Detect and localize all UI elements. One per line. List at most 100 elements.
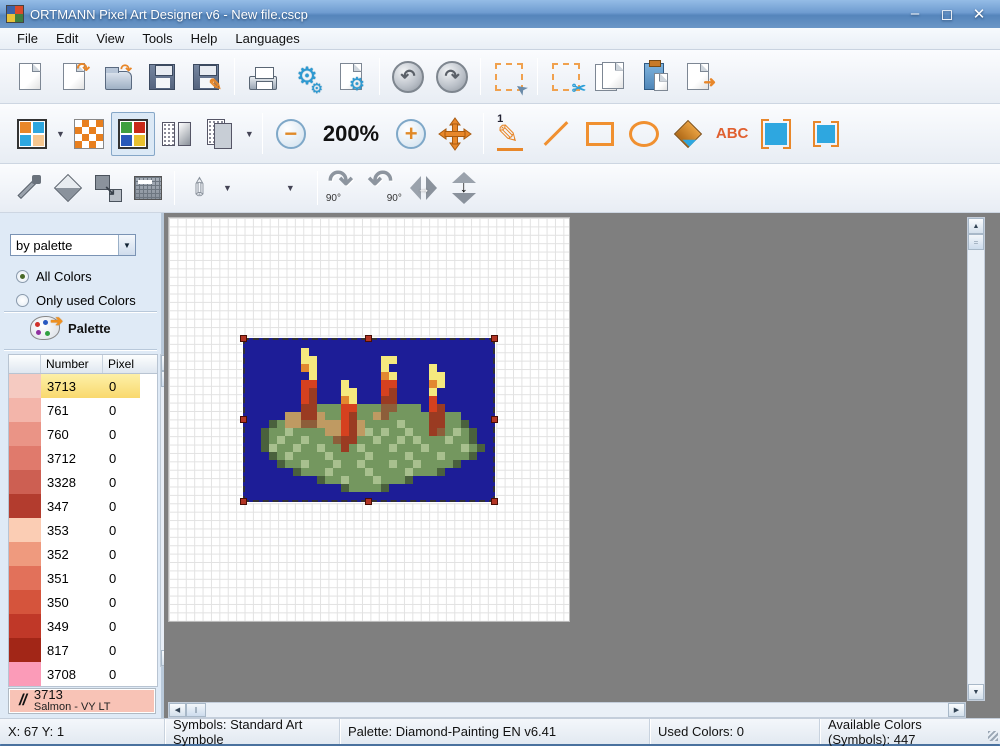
rotate-cw-button[interactable]: ↷90° <box>324 169 364 207</box>
color-row-3328[interactable]: 33280 <box>9 470 157 494</box>
page-settings-button[interactable]: ⚙ <box>329 55 373 99</box>
header-pixel[interactable]: Pixel <box>103 355 139 373</box>
header-number[interactable]: Number <box>41 355 103 373</box>
app-icon <box>6 5 24 23</box>
toolbar-edit: ↘ ✐ ▼ ▼ ↷90° ↶90° → ↓ <box>0 164 1000 213</box>
maximize-button[interactable]: ◻ <box>938 5 956 23</box>
open-file-button[interactable]: ↷ <box>96 55 140 99</box>
handle-sw[interactable] <box>240 498 247 505</box>
handle-se[interactable] <box>491 498 498 505</box>
scroll-right-icon[interactable]: ▶ <box>948 703 965 717</box>
title-bar[interactable]: ORTMANN Pixel Art Designer v6 - New file… <box>0 0 1000 28</box>
settings-button[interactable]: ⚙⚙ <box>285 55 329 99</box>
selection-region[interactable] <box>243 338 495 502</box>
move-tool-button[interactable] <box>433 112 477 156</box>
flip-horizontal-icon: → <box>410 176 437 200</box>
color-row-352[interactable]: 3520 <box>9 542 157 566</box>
selected-color-name: Salmon - VY LT <box>34 702 111 714</box>
ellipse-tool-button[interactable] <box>622 112 666 156</box>
layers-button[interactable] <box>199 112 243 156</box>
move-arrows-icon <box>438 117 472 151</box>
copy-button[interactable] <box>588 55 632 99</box>
horizontal-scroll-thumb[interactable]: ‖ <box>186 703 206 717</box>
paste-button[interactable] <box>632 55 676 99</box>
color-row-350[interactable]: 3500 <box>9 590 157 614</box>
scroll-down-icon[interactable]: ▼ <box>968 684 984 700</box>
resize-grip-icon[interactable] <box>988 731 998 741</box>
select-tool-button[interactable]: ➤ <box>487 55 531 99</box>
flip-vertical-button[interactable]: ↓ <box>444 169 484 207</box>
color-row-760[interactable]: 7600 <box>9 422 157 446</box>
color-row-349[interactable]: 3490 <box>9 614 157 638</box>
radio-used-colors[interactable]: Only used Colors <box>16 293 136 308</box>
print-button[interactable] <box>241 55 285 99</box>
zoom-out-icon: − <box>276 119 306 149</box>
color-row-3708[interactable]: 37080 <box>9 662 157 686</box>
eraser-icon <box>54 174 82 202</box>
palette-view-button[interactable] <box>10 112 54 156</box>
pixel-canvas[interactable] <box>168 217 570 622</box>
text-tool-button[interactable]: ABC <box>710 112 754 156</box>
color-row-3713[interactable]: 37130 <box>9 374 157 398</box>
scroll-left-icon[interactable]: ◀ <box>169 703 186 717</box>
vertical-scroll-thumb[interactable]: = <box>968 234 984 250</box>
pencil-tool-button[interactable]: 1✎ <box>490 112 534 156</box>
tool-options-dropdown[interactable]: ▼ <box>286 183 295 193</box>
pipette-tool-button[interactable] <box>8 169 48 207</box>
palette-mode-dropdown[interactable]: by palette ▼ <box>10 234 136 256</box>
handle-ne[interactable] <box>491 335 498 342</box>
handle-nw[interactable] <box>240 335 247 342</box>
rotate-ccw-button[interactable]: ↶90° <box>364 169 404 207</box>
radio-all-colors[interactable]: All Colors <box>16 269 92 284</box>
selected-color-box[interactable]: // 3713 Salmon - VY LT <box>8 688 156 714</box>
fill-rect-button[interactable] <box>754 112 798 156</box>
color-row-761[interactable]: 7610 <box>9 398 157 422</box>
palette-view-dropdown[interactable]: ▼ <box>56 129 65 139</box>
close-button[interactable]: ✕ <box>970 5 988 23</box>
handle-w[interactable] <box>240 416 247 423</box>
color-row-817[interactable]: 8170 <box>9 638 157 662</box>
flip-horizontal-button[interactable]: → <box>404 169 444 207</box>
marker-tool-button[interactable]: ✐ <box>181 169 221 207</box>
fill-tool-button[interactable] <box>666 112 710 156</box>
menu-item-help[interactable]: Help <box>182 29 227 48</box>
new-file-button[interactable] <box>8 55 52 99</box>
handle-n[interactable] <box>365 335 372 342</box>
fill-rect-small-button[interactable] <box>804 112 848 156</box>
color-swatch <box>9 662 41 686</box>
color-row-353[interactable]: 3530 <box>9 518 157 542</box>
color-row-351[interactable]: 3510 <box>9 566 157 590</box>
menu-item-view[interactable]: View <box>87 29 133 48</box>
layers-dropdown[interactable]: ▼ <box>245 129 254 139</box>
replace-color-button[interactable]: ↘ <box>88 169 128 207</box>
marker-dropdown[interactable]: ▼ <box>223 183 232 193</box>
menu-item-file[interactable]: File <box>8 29 47 48</box>
symbol-view-button[interactable] <box>67 112 111 156</box>
handle-e[interactable] <box>491 416 498 423</box>
zoom-in-button[interactable]: + <box>389 112 433 156</box>
color-row-347[interactable]: 3470 <box>9 494 157 518</box>
palette-button[interactable]: ➔ Palette <box>30 316 111 340</box>
scroll-up-icon[interactable]: ▲ <box>968 218 984 234</box>
menu-item-languages[interactable]: Languages <box>226 29 308 48</box>
handle-s[interactable] <box>365 498 372 505</box>
rectangle-tool-button[interactable] <box>578 112 622 156</box>
color-row-3712[interactable]: 37120 <box>9 446 157 470</box>
menu-item-tools[interactable]: Tools <box>133 29 181 48</box>
grid-toggle-button[interactable] <box>128 169 168 207</box>
redo-button[interactable]: ↷ <box>430 55 474 99</box>
export-image-button[interactable]: ➜ <box>676 55 720 99</box>
undo-button[interactable]: ↶ <box>386 55 430 99</box>
vertical-scrollbar[interactable]: ▲ = ▼ <box>967 217 985 701</box>
cut-selection-button[interactable]: ✂ <box>544 55 588 99</box>
save-as-button[interactable]: ✎ <box>184 55 228 99</box>
zoom-out-button[interactable]: − <box>269 112 313 156</box>
line-tool-button[interactable] <box>534 112 578 156</box>
eraser-tool-button[interactable] <box>48 169 88 207</box>
minimize-button[interactable]: – <box>906 5 924 23</box>
menu-item-edit[interactable]: Edit <box>47 29 87 48</box>
import-image-button[interactable]: ↷ <box>52 55 96 99</box>
save-button[interactable] <box>140 55 184 99</box>
pattern-panels-button[interactable] <box>155 112 199 156</box>
color-view-button[interactable] <box>111 112 155 156</box>
